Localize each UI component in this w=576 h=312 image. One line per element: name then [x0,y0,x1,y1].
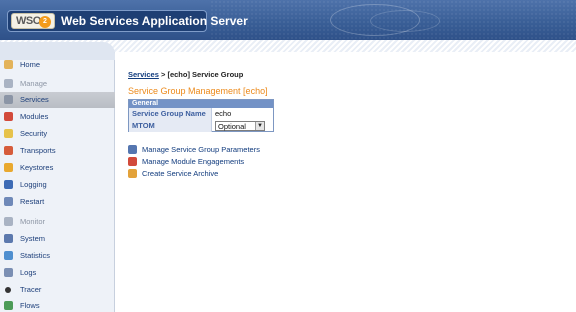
transports-icon [4,146,13,155]
service-group-name-value: echo [215,109,232,118]
sidebar-section-manage: Manage [0,76,115,92]
chevron-down-icon: ▼ [255,122,264,130]
field-label: MTOM [129,120,212,132]
breadcrumb-link-services[interactable]: Services [128,70,159,79]
restart-icon [4,197,13,206]
sidebar-item-logging[interactable]: Logging [0,177,115,193]
sidebar-item-flows[interactable]: Flows [0,298,115,312]
sidebar-item-transports[interactable]: Transports [0,143,115,159]
link-label: Create Service Archive [142,169,219,178]
general-panel: General Service Group Name echo MTOM Opt… [128,99,274,132]
app-logo[interactable]: WSO 2 Web Services Application Server [7,10,248,32]
statistics-icon [4,251,13,260]
modules-icon [128,157,137,166]
logo-badge-number: 2 [39,16,51,28]
sidebar-item-label: Logging [20,180,47,189]
header-decoration [370,10,440,32]
sidebar: Home Manage Services Modules Security Tr… [0,42,115,312]
sidebar-item-modules[interactable]: Modules [0,109,115,125]
sidebar-item-label: Logs [20,268,37,277]
modules-icon [4,112,13,121]
link-label: Manage Service Group Parameters [142,145,260,154]
system-icon [4,234,13,243]
sidebar-item-logs[interactable]: Logs [0,265,115,281]
mtom-row: MTOM Optional ▼ [129,120,273,132]
field-label: Service Group Name [129,108,212,120]
sidebar-item-label: Home [20,60,41,69]
sidebar-item-label: Security [20,129,48,138]
home-icon [4,60,13,69]
mtom-selected-value: Optional [218,122,246,131]
service-group-name-row: Service Group Name echo [129,108,273,120]
mtom-select[interactable]: Optional ▼ [215,121,265,131]
panel-header: General [129,100,273,108]
flows-icon [4,301,13,310]
sidebar-item-security[interactable]: Security [0,126,115,142]
sidebar-item-label: Statistics [20,251,51,260]
sidebar-section-label: Manage [20,79,48,88]
sidebar-item-label: System [20,234,46,243]
parameters-icon [128,145,137,154]
logo-text: WSO [16,15,41,27]
app-header: WSO 2 Web Services Application Server [0,0,576,40]
keystores-icon [4,163,13,172]
manage-icon [4,79,13,88]
sidebar-item-system[interactable]: System [0,231,115,247]
breadcrumb: Services > [echo] Service Group [128,70,243,79]
page-title: Service Group Management [echo] [128,86,268,96]
sidebar-item-tracer[interactable]: Tracer [0,282,115,298]
sidebar-item-label: Modules [20,112,49,121]
logs-icon [4,268,13,277]
app-title: Web Services Application Server [61,14,248,28]
link-label: Manage Module Engagements [142,157,245,166]
sidebar-item-home[interactable]: Home [0,57,115,73]
sidebar-item-keystores[interactable]: Keystores [0,160,115,176]
sidebar-item-label: Restart [20,197,45,206]
sidebar-item-restart[interactable]: Restart [0,194,115,210]
wso2-logo-badge: WSO 2 [11,13,55,29]
breadcrumb-separator: > [160,70,166,79]
archive-icon [128,169,137,178]
sidebar-item-label: Services [20,95,49,104]
sidebar-item-services[interactable]: Services [0,92,115,108]
tracer-icon [5,287,11,293]
sidebar-section-label: Monitor [20,217,46,226]
sidebar-item-label: Transports [20,146,56,155]
sidebar-item-label: Tracer [20,285,42,294]
sidebar-section-monitor: Monitor [0,214,115,230]
monitor-icon [4,217,13,226]
logging-icon [4,180,13,189]
sidebar-item-label: Flows [20,301,40,310]
services-icon [4,95,13,104]
breadcrumb-current: [echo] Service Group [167,70,244,79]
sidebar-item-label: Keystores [20,163,54,172]
sidebar-item-statistics[interactable]: Statistics [0,248,115,264]
security-icon [4,129,13,138]
